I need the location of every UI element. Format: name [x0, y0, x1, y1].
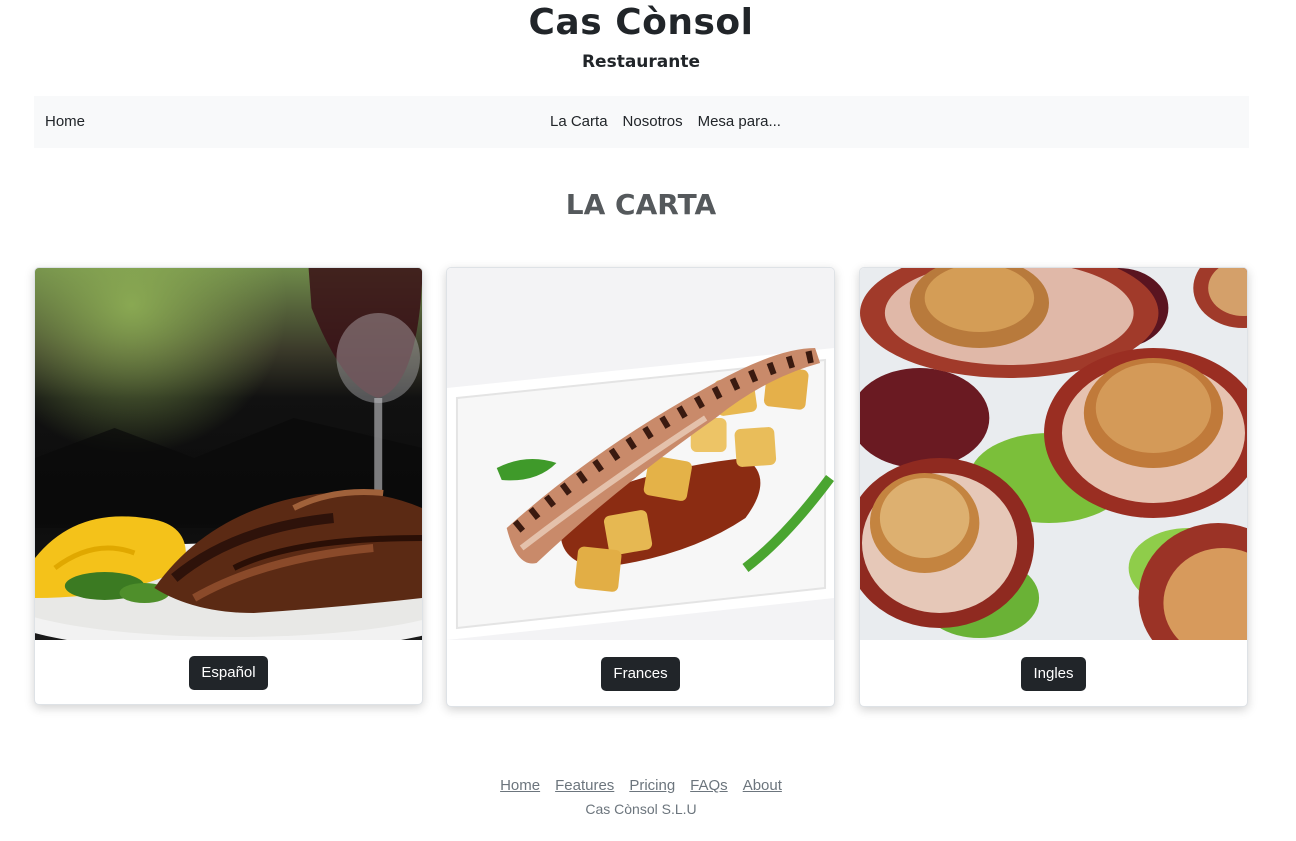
nav-links: La Carta Nosotros Mesa para...: [550, 113, 781, 131]
footer-links: Home Features Pricing FAQs About: [0, 776, 1282, 796]
nav-link-mesa-para[interactable]: Mesa para...: [698, 113, 781, 131]
section-title: LA CARTA: [565, 188, 717, 221]
card-body: Ingles: [860, 640, 1247, 706]
footer-link-home[interactable]: Home: [500, 776, 540, 796]
footer-link-faqs[interactable]: FAQs: [690, 776, 728, 796]
grilled-meat-dish-photo: [35, 268, 422, 640]
footer-link-features[interactable]: Features: [555, 776, 614, 796]
frances-menu-button[interactable]: Frances: [601, 657, 680, 691]
ingles-menu-button[interactable]: Ingles: [1021, 657, 1086, 691]
footer-link-about[interactable]: About: [743, 776, 782, 796]
nav-link-la-carta[interactable]: La Carta: [550, 113, 608, 131]
footer-copyright: Cas Cònsol S.L.U: [585, 801, 697, 817]
grilled-octopus-dish-photo: [447, 268, 834, 640]
navbar: Home La Carta Nosotros Mesa para...: [34, 96, 1249, 148]
menu-card-frances: Frances: [446, 267, 835, 707]
site-title: Cas Cònsol: [528, 2, 754, 43]
scallops-dish-photo: [860, 268, 1247, 640]
espanol-menu-button[interactable]: Español: [189, 656, 268, 690]
menu-card-ingles: Ingles: [859, 267, 1248, 707]
footer-link-pricing[interactable]: Pricing: [629, 776, 675, 796]
nav-link-nosotros[interactable]: Nosotros: [623, 113, 683, 131]
site-subtitle: Restaurante: [581, 52, 701, 72]
nav-home-link[interactable]: Home: [45, 113, 85, 131]
card-body: Frances: [447, 640, 834, 706]
menu-card-espanol: Español: [34, 267, 423, 705]
card-body: Español: [35, 640, 422, 704]
